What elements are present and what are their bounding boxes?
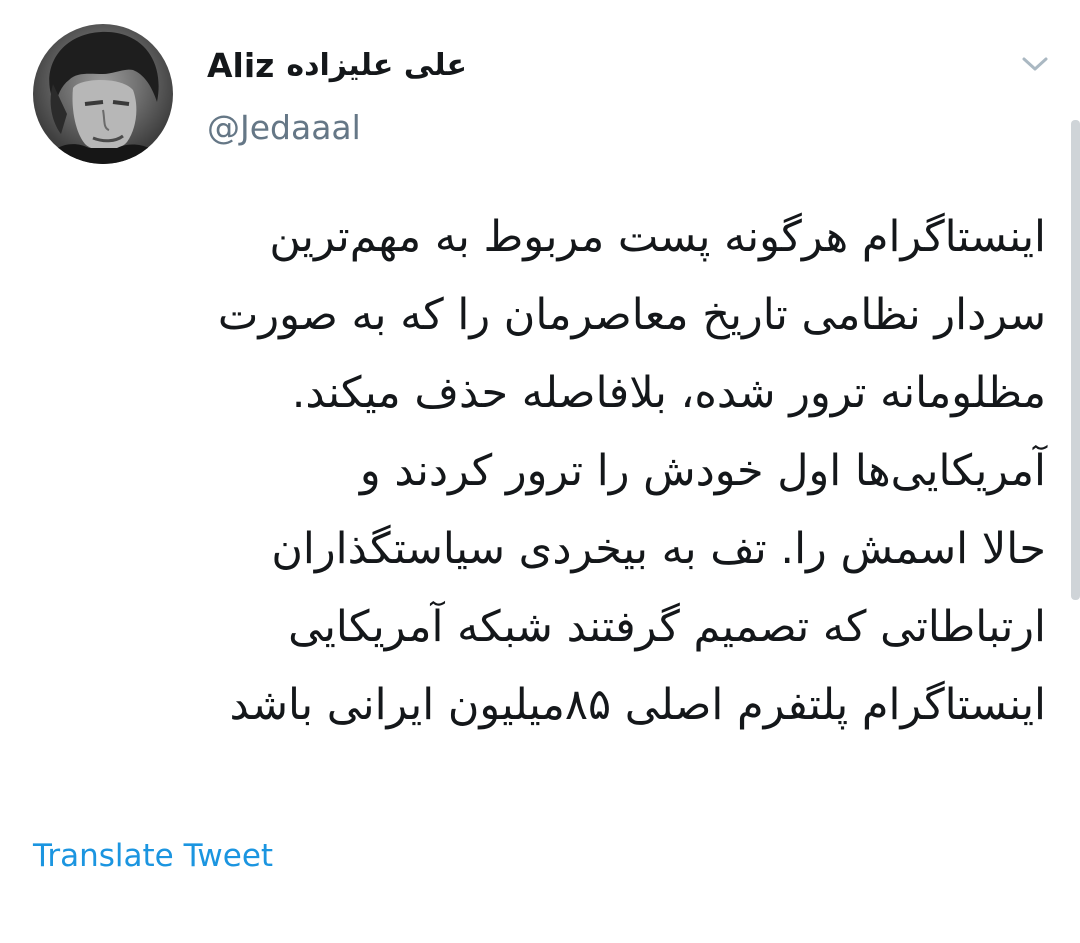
tweet-line: اینستاگرام پلتفرم اصلی ۸۵میلیون ایرانی ب… (229, 680, 1046, 730)
tweet-line: اینستاگرام هرگونه پست مربوط به مهم‌ترین (269, 212, 1046, 262)
author-name-row[interactable]: Aliz علی علیزاده (207, 40, 467, 90)
avatar-photo (43, 31, 167, 164)
chevron-down-icon (1022, 57, 1048, 71)
tweet-text: اینستاگرام هرگونه پست مربوط به مهم‌ترین … (56, 198, 1046, 744)
tweet-line: سردار نظامی تاریخ معاصرمان را که به صورت (217, 290, 1046, 340)
author-handle[interactable]: @Jedaaal (207, 108, 361, 147)
tweet-line: مظلومانه ترور شده، بلافاصله حذف میکند. (291, 368, 1046, 418)
tweet-line: ارتباطاتی که تصمیم گرفتند شبکه آمریکایی (288, 602, 1046, 652)
translate-tweet-link[interactable]: Translate Tweet (33, 838, 273, 874)
display-name-persian[interactable]: علی علیزاده (286, 48, 467, 83)
scrollbar[interactable] (1071, 120, 1080, 600)
avatar[interactable] (33, 24, 173, 164)
display-name-latin[interactable]: Aliz (207, 46, 274, 85)
tweet-line: حالا اسمش را. تف به بیخردی سیاستگذاران (271, 524, 1046, 574)
more-options-button[interactable] (1018, 50, 1052, 78)
tweet-line: آمریکایی‌ها اول خودش را ترور کردند و (359, 446, 1046, 496)
